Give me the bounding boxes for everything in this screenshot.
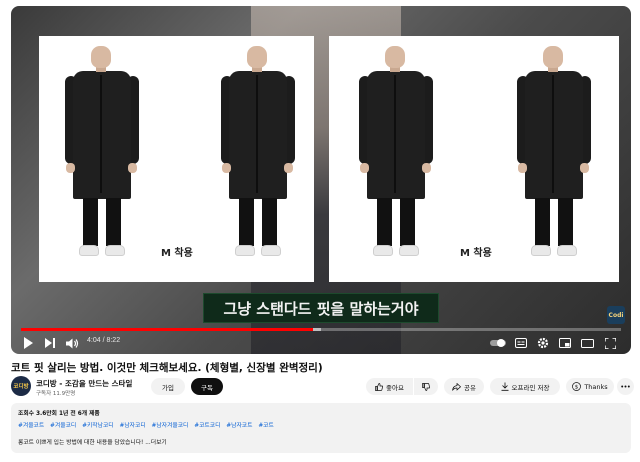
hashtag-link[interactable]: #코트 xyxy=(258,423,274,429)
svg-text:$: $ xyxy=(575,384,579,390)
description-box[interactable]: 조회수 3.6만회 1년 전 6개 제품 #겨울코트 #겨울코디 #키작남코디 … xyxy=(11,403,631,453)
model-figure xyxy=(217,46,299,266)
subscriber-count: 구독자 11.9만명 xyxy=(36,391,76,397)
progress-bar[interactable] xyxy=(21,328,621,331)
like-button[interactable]: 좋아요 xyxy=(366,378,413,395)
thumbs-down-icon xyxy=(422,382,430,391)
join-button-label: 가입 xyxy=(162,383,174,392)
description-text: 롱코트 이쁘게 입는 방법에 대한 내용을 담았습니다! ...더보기 xyxy=(18,440,167,446)
view-stats: 조회수 3.6만회 1년 전 6개 제품 xyxy=(18,411,100,417)
hashtag-link[interactable]: #코트코디 xyxy=(194,423,220,429)
hashtag-link[interactable]: #키작남코디 xyxy=(82,423,114,429)
captions-icon[interactable] xyxy=(514,336,528,350)
video-title: 코트 핏 살리는 방법. 이것만 체크해보세요. (체형별, 신장별 완벽정리) xyxy=(11,362,323,374)
thanks-button[interactable]: $ Thanks xyxy=(566,378,614,395)
model-figure xyxy=(513,46,595,266)
more-actions-button[interactable] xyxy=(617,378,634,395)
thanks-icon: $ xyxy=(572,382,582,391)
video-player[interactable]: M 착용 M 착용 그냥 스탠다드 핏을 말하는거야 Codi 4:04 / 8… xyxy=(11,6,631,354)
play-icon[interactable] xyxy=(21,336,35,350)
download-button[interactable]: 오프라인 저장 xyxy=(490,378,560,395)
hashtag-link[interactable]: #남자코디 xyxy=(119,423,145,429)
channel-name[interactable]: 코디방 - 조감을 만드는 스타일 xyxy=(36,378,132,389)
download-button-label: 오프라인 저장 xyxy=(511,383,550,392)
size-tag: M 착용 xyxy=(460,248,492,259)
subscribe-button-label: 구독 xyxy=(201,383,213,392)
hashtag-link[interactable]: #겨울코디 xyxy=(50,423,76,429)
avatar[interactable]: 코디방 xyxy=(11,376,31,396)
join-button[interactable]: 가입 xyxy=(151,378,185,395)
miniplayer-icon[interactable] xyxy=(558,336,572,350)
time-display: 4:04 / 8:22 xyxy=(87,337,121,344)
thumbs-up-icon xyxy=(375,382,384,391)
gear-icon[interactable] xyxy=(536,336,550,350)
video-subtitle: 그냥 스탠다드 핏을 말하는거야 xyxy=(203,293,439,323)
channel-action-row: 코디방 코디방 - 조감을 만드는 스타일 구독자 11.9만명 가입 구독 좋… xyxy=(11,376,634,398)
next-icon[interactable] xyxy=(43,336,57,350)
like-button-label: 좋아요 xyxy=(386,383,404,392)
size-tag: M 착용 xyxy=(161,248,193,259)
share-button[interactable]: 공유 xyxy=(444,378,484,395)
share-button-label: 공유 xyxy=(464,383,476,392)
theater-mode-icon[interactable] xyxy=(580,336,594,350)
hashtag-list: #겨울코트 #겨울코디 #키작남코디 #남자코디 #남자겨울코디 #코트코디 #… xyxy=(18,420,624,429)
progress-played xyxy=(21,328,314,331)
hashtag-link[interactable]: #남자코트 xyxy=(226,423,252,429)
channel-watermark[interactable]: Codi xyxy=(607,306,625,324)
volume-icon[interactable] xyxy=(65,336,79,350)
model-figure xyxy=(355,46,437,266)
hashtag-link[interactable]: #겨울코트 xyxy=(18,423,44,429)
autoplay-toggle-icon[interactable] xyxy=(489,336,507,350)
player-controls: 4:04 / 8:22 xyxy=(11,334,631,354)
coat-panel-right: M 착용 xyxy=(329,36,619,282)
watch-page: { "video": { "panel_left_tag": "M 착용", "… xyxy=(0,0,640,462)
more-horizontal-icon xyxy=(621,385,630,388)
dislike-button[interactable] xyxy=(414,378,438,395)
share-icon xyxy=(452,382,462,391)
download-icon xyxy=(501,382,509,391)
hashtag-link[interactable]: #남자겨울코디 xyxy=(152,423,189,429)
subscribe-button[interactable]: 구독 xyxy=(191,378,223,395)
coat-panel-left: M 착용 xyxy=(39,36,314,282)
fullscreen-icon[interactable] xyxy=(603,336,617,350)
model-figure xyxy=(61,46,143,266)
thanks-button-label: Thanks xyxy=(584,382,608,391)
